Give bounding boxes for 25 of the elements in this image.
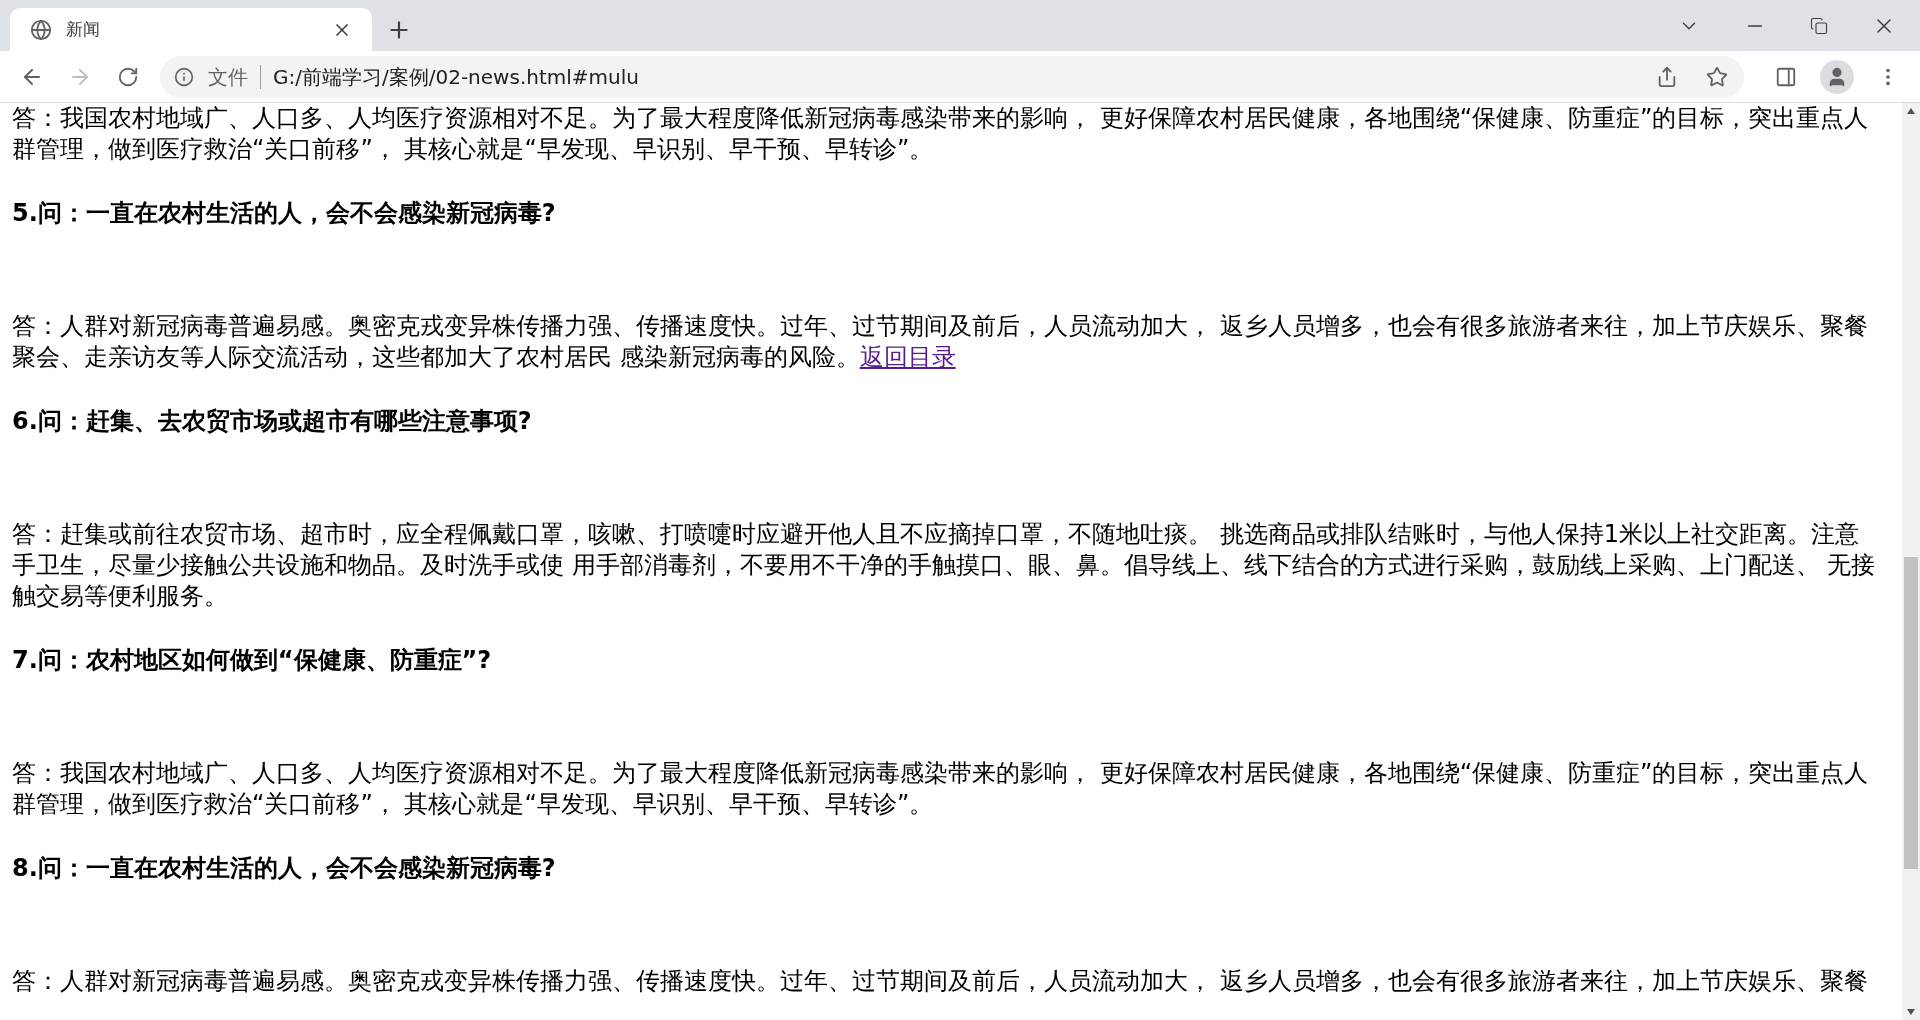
address-bar[interactable]: 文件 G:/前端学习/案例/02-news.html#mulu	[160, 55, 1744, 98]
star-icon[interactable]	[1706, 65, 1728, 88]
answer-paragraph: 答：赶集或前往农贸市场、超市时，应全程佩戴口罩，咳嗽、打喷嚏时应避开他人且不应摘掉口罩，不随地吐痰。 挑选商品或排队结账时，与他人保持1米以上社交距离。注意手卫生，尽量少接触公共设施和物品。及时洗手或使 用手部消毒剂，不要用不干净的手触摸口、眼、鼻。倡导线上、线下结合的方式进行采购，鼓励线上采购、上门配送、 无接触交易等便利服务。	[12, 519, 1877, 612]
share-icon[interactable]	[1656, 65, 1678, 88]
question-heading: 8.问：一直在农村生活的人，会不会感染新冠病毒?	[12, 853, 557, 884]
scrollbar[interactable]	[1902, 103, 1920, 1020]
info-icon	[174, 66, 194, 87]
question-heading: 7.问：农村地区如何做到“保健康、防重症”?	[12, 645, 493, 676]
answer-paragraph: 答：人群对新冠病毒普遍易感。奥密克戎变异株传播力强、传播速度快。过年、过节期间及前后，人员流动加大， 返乡人员增多，也会有很多旅游者来往，加上节庆娱乐、聚餐	[12, 966, 1869, 997]
browser-tab[interactable]: 新闻	[10, 8, 372, 51]
answer-paragraph: 答：人群对新冠病毒普遍易感。奥密克戎变异株传播力强、传播速度快。过年、过节期间及前后，人员流动加大， 返乡人员增多，也会有很多旅游者来往，加上节庆娱乐、聚餐聚会、走亲访友等人际交流活动，这些都加大了农村居民 感染新冠病毒的风险。返回目录	[12, 311, 1869, 373]
answer-paragraph: 答：我国农村地域广、人口多、人均医疗资源相对不足。为了最大程度降低新冠病毒感染带来的影响， 更好保障农村居民健康，各地围绕“保健康、防重症”的目标，突出重点人群管理，做到医疗救治“关口前移”， 其核心就是“早发现、早识别、早干预、早转诊”。	[12, 103, 1870, 165]
tab-title: 新闻	[66, 17, 101, 41]
scrollbar-thumb[interactable]	[1904, 557, 1918, 869]
scroll-up-icon[interactable]	[1907, 108, 1915, 114]
restore-icon[interactable]	[1810, 16, 1828, 35]
scroll-down-icon[interactable]	[1907, 1009, 1915, 1015]
url-text: G:/前端学习/案例/02-news.html#mulu	[273, 63, 640, 91]
scheme-label: 文件	[208, 63, 248, 91]
back-to-contents-link[interactable]: 返回目录	[859, 343, 956, 371]
profile-avatar[interactable]	[1820, 59, 1854, 94]
question-heading: 5.问：一直在农村生活的人，会不会感染新冠病毒?	[12, 198, 557, 229]
answer-paragraph: 答：我国农村地域广、人口多、人均医疗资源相对不足。为了最大程度降低新冠病毒感染带来的影响， 更好保障农村居民健康，各地围绕“保健康、防重症”的目标，突出重点人群管理，做到医疗救治“关口前移”， 其核心就是“早发现、早识别、早干预、早转诊”。	[12, 758, 1870, 820]
question-heading: 6.问：赶集、去农贸市场或超市有哪些注意事项?	[12, 406, 533, 437]
globe-icon	[30, 18, 52, 41]
